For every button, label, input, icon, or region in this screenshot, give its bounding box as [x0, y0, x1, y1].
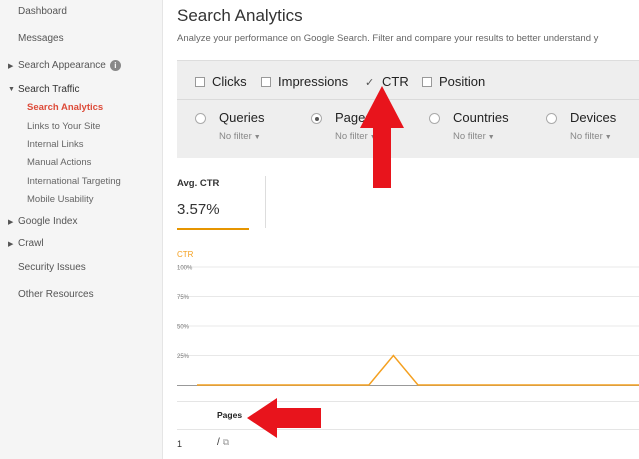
- avg-ctr-underline: [177, 228, 249, 230]
- sidebar-subitem-international-targeting[interactable]: International Targeting: [27, 176, 121, 187]
- checkbox-icon: [261, 77, 271, 87]
- ctr-chart: CTR 100% 75% 50% 25%: [177, 250, 639, 386]
- table-row-number: 1: [177, 439, 183, 449]
- dimension-filter-dropdown[interactable]: No filter▼: [570, 131, 612, 142]
- filter-label: No filter: [453, 131, 486, 142]
- filter-label: No filter: [570, 131, 603, 142]
- dimension-filter-dropdown[interactable]: No filter▼: [453, 131, 495, 142]
- checkbox-icon: [195, 77, 205, 87]
- sidebar-item-search-traffic[interactable]: Search Traffic: [18, 84, 80, 95]
- page-subtitle: Analyze your performance on Google Searc…: [177, 33, 599, 44]
- dimension-label: Devices: [570, 110, 617, 125]
- caret-down-icon: ▼: [604, 134, 612, 141]
- panel-divider: [177, 99, 639, 100]
- avg-ctr-label: Avg. CTR: [177, 178, 220, 189]
- page-path: /: [217, 437, 220, 448]
- metric-position-checkbox[interactable]: Position: [422, 74, 485, 89]
- caret-down-icon: ▼: [487, 134, 495, 141]
- sidebar: Dashboard Messages ▶ Search Appearance i …: [0, 0, 163, 459]
- table-header-pages[interactable]: Pages: [217, 410, 242, 420]
- red-arrow-left-icon: [247, 398, 321, 438]
- metric-label: Position: [439, 74, 486, 89]
- sidebar-item-messages[interactable]: Messages: [18, 33, 64, 44]
- external-link-icon[interactable]: ⧉: [223, 437, 229, 448]
- dimension-filter-dropdown[interactable]: No filter▼: [219, 131, 261, 142]
- expand-triangle-icon[interactable]: ▶: [8, 218, 13, 226]
- expand-triangle-icon[interactable]: ▶: [8, 240, 13, 248]
- chart-tick-label: 75%: [177, 295, 190, 301]
- sidebar-item-crawl[interactable]: Crawl: [18, 238, 44, 249]
- sidebar-item-google-index[interactable]: Google Index: [18, 216, 78, 227]
- metric-label: Impressions: [278, 74, 349, 89]
- filter-panel: Clicks Impressions ✓ CTR Position Queries…: [177, 60, 639, 158]
- page-title: Search Analytics: [177, 6, 303, 25]
- chart-tick-label: 100%: [177, 266, 193, 272]
- collapse-triangle-icon[interactable]: ▼: [8, 86, 15, 93]
- dimension-label: Queries: [219, 110, 265, 125]
- radio-button-selected[interactable]: [311, 113, 322, 124]
- filter-label: No filter: [219, 131, 252, 142]
- red-arrow-up-icon: [360, 86, 404, 188]
- sidebar-subitem-internal-links[interactable]: Internal Links: [27, 139, 84, 150]
- info-icon[interactable]: i: [109, 60, 121, 71]
- sidebar-item-dashboard[interactable]: Dashboard: [18, 6, 67, 17]
- sidebar-subitem-search-analytics[interactable]: Search Analytics: [27, 102, 103, 113]
- sidebar-item-other-resources[interactable]: Other Resources: [18, 289, 94, 300]
- main-content: Search Analytics Analyze your performanc…: [164, 0, 639, 459]
- avg-ctr-value: 3.57%: [177, 201, 220, 218]
- chart-ylabel: CTR: [177, 250, 194, 259]
- ctr-series-line[interactable]: [197, 354, 639, 386]
- chart-tick-label: 50%: [177, 325, 190, 331]
- sidebar-item-label: Search Appearance: [18, 60, 106, 72]
- dimension-label: Countries: [453, 110, 509, 125]
- sidebar-item-security-issues[interactable]: Security Issues: [18, 262, 86, 273]
- checkbox-icon: [422, 77, 432, 87]
- caret-down-icon: ▼: [253, 134, 261, 141]
- sidebar-item-search-appearance[interactable]: Search Appearance i: [18, 60, 121, 71]
- metric-clicks-checkbox[interactable]: Clicks: [195, 74, 247, 89]
- sidebar-subitem-mobile-usability[interactable]: Mobile Usability: [27, 194, 94, 205]
- radio-button[interactable]: [195, 113, 206, 124]
- sidebar-subitem-manual-actions[interactable]: Manual Actions: [27, 157, 91, 168]
- metric-label: Clicks: [212, 74, 247, 89]
- metric-impressions-checkbox[interactable]: Impressions: [261, 74, 348, 89]
- expand-triangle-icon[interactable]: ▶: [8, 62, 13, 70]
- stat-separator: [265, 176, 266, 228]
- radio-button[interactable]: [429, 113, 440, 124]
- table-row-page-link[interactable]: / ⧉: [217, 437, 229, 448]
- sidebar-subitem-links-to-your-site[interactable]: Links to Your Site: [27, 121, 100, 132]
- radio-button[interactable]: [546, 113, 557, 124]
- chart-tick-label: 25%: [177, 354, 190, 360]
